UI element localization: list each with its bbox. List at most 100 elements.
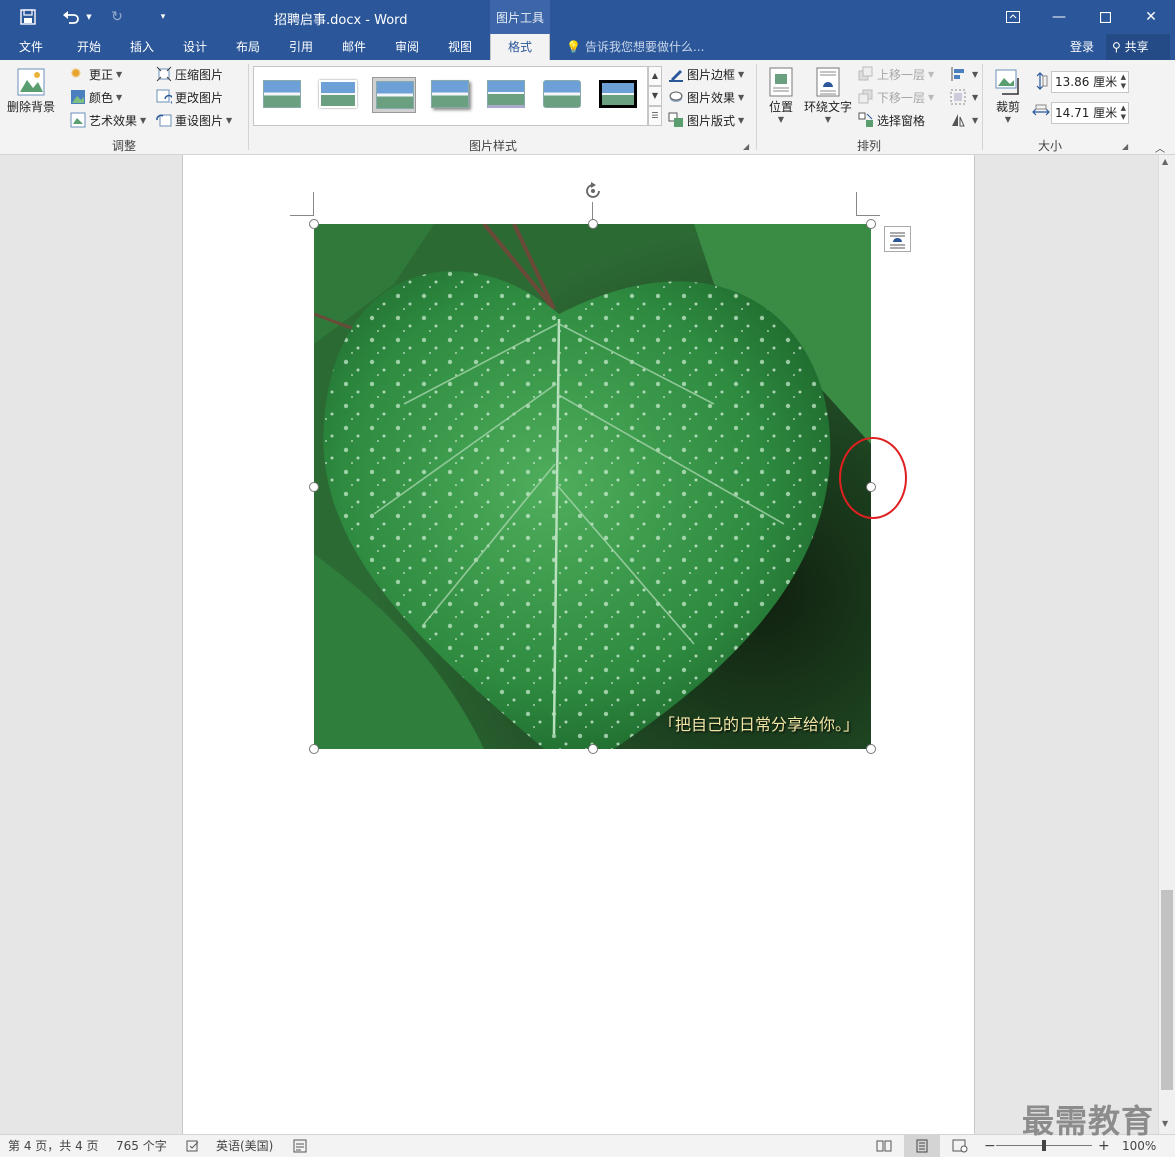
- minimize-icon[interactable]: —: [1036, 0, 1082, 34]
- tab-home[interactable]: 开始: [66, 34, 112, 60]
- page-count[interactable]: 第 4 页，共 4 页: [8, 1135, 99, 1157]
- crop-button[interactable]: 裁剪 ▼: [990, 66, 1026, 124]
- print-layout-icon[interactable]: [904, 1135, 940, 1157]
- language-indicator[interactable]: 英语(美国): [216, 1135, 273, 1157]
- picture-style-thumb[interactable]: [260, 77, 304, 113]
- change-picture-label: 更改图片: [175, 90, 224, 105]
- reset-picture-label: 重设图片: [175, 113, 224, 128]
- tab-layout[interactable]: 布局: [225, 34, 271, 60]
- undo-icon[interactable]: [58, 0, 84, 34]
- gallery-more-icon[interactable]: ☰: [648, 106, 662, 126]
- share-button[interactable]: ⚲ 共享: [1106, 34, 1170, 60]
- picture-layout-button[interactable]: 图片版式 ▼: [668, 110, 744, 130]
- proofing-icon[interactable]: [186, 1135, 200, 1157]
- picture-effects-button[interactable]: 图片效果 ▼: [668, 87, 744, 107]
- chevron-down-icon: ▼: [116, 69, 123, 79]
- macro-icon[interactable]: [293, 1135, 307, 1157]
- resize-handle-top-left[interactable]: [309, 219, 319, 229]
- group-divider: [248, 64, 249, 150]
- send-backward-button[interactable]: 下移一层 ▼: [858, 87, 934, 107]
- remove-background-button[interactable]: 删除背景: [6, 66, 56, 115]
- scrollbar-thumb[interactable]: [1161, 890, 1173, 1090]
- height-spinner-icon[interactable]: ▲ ▼: [1121, 73, 1126, 91]
- selection-pane-label: 选择窗格: [877, 113, 926, 128]
- scroll-down-icon[interactable]: ▼: [1162, 1119, 1168, 1128]
- rotate-handle-icon[interactable]: [582, 180, 604, 205]
- position-button[interactable]: 位置 ▼: [764, 66, 798, 124]
- resize-handle-bottom-left[interactable]: [309, 744, 319, 754]
- width-spinner-icon[interactable]: ▲ ▼: [1121, 104, 1126, 122]
- read-mode-icon[interactable]: [876, 1135, 892, 1157]
- gallery-down-icon[interactable]: ▼: [648, 86, 662, 106]
- picture-styles-gallery[interactable]: [253, 66, 648, 126]
- save-icon[interactable]: [14, 0, 42, 34]
- chevron-down-icon: ▼: [972, 115, 979, 125]
- picture-layout-icon: [668, 112, 684, 128]
- tab-insert[interactable]: 插入: [119, 34, 165, 60]
- style-preview: [319, 80, 357, 108]
- tab-file[interactable]: 文件: [8, 34, 54, 60]
- layout-options-icon: [890, 232, 905, 249]
- zoom-out-icon[interactable]: −: [984, 1135, 996, 1157]
- shape-width-input[interactable]: 14.71 厘米 ▲ ▼: [1051, 102, 1129, 124]
- undo-dropdown-icon[interactable]: ▼: [84, 0, 94, 34]
- dialog-launcher-icon[interactable]: ◢: [743, 142, 749, 151]
- selection-pane-button[interactable]: 选择窗格: [858, 110, 925, 130]
- bring-forward-button[interactable]: 上移一层 ▼: [858, 64, 934, 84]
- corrections-button[interactable]: ✹ 更正 ▼: [70, 64, 122, 84]
- rotate-button[interactable]: ▼: [950, 110, 978, 130]
- redo-icon[interactable]: ↻: [106, 0, 128, 34]
- scroll-up-icon[interactable]: ▲: [1162, 157, 1168, 166]
- resize-handle-bottom-right[interactable]: [866, 744, 876, 754]
- picture-style-thumb[interactable]: [596, 77, 640, 113]
- gallery-up-icon[interactable]: ▲: [648, 66, 662, 86]
- picture-style-thumb[interactable]: [316, 77, 360, 113]
- vertical-scrollbar[interactable]: ▲ ▼: [1158, 155, 1175, 1134]
- width-icon: [1032, 104, 1050, 123]
- resize-handle-top-right[interactable]: [866, 219, 876, 229]
- tab-view[interactable]: 视图: [437, 34, 483, 60]
- tab-design[interactable]: 设计: [172, 34, 218, 60]
- picture-style-thumb[interactable]: [484, 77, 528, 113]
- chevron-down-icon: ▼: [738, 69, 745, 79]
- layout-options-button[interactable]: [884, 226, 911, 252]
- picture-border-button[interactable]: 图片边框 ▼: [668, 64, 744, 84]
- resize-handle-left[interactable]: [309, 482, 319, 492]
- customize-qat-icon[interactable]: ▾: [154, 0, 172, 34]
- tab-mailings[interactable]: 邮件: [331, 34, 377, 60]
- close-icon[interactable]: ✕: [1128, 0, 1174, 34]
- wrap-text-button[interactable]: 环绕文字 ▼: [802, 66, 854, 124]
- remove-background-label: 删除背景: [6, 100, 55, 114]
- word-count[interactable]: 765 个字: [116, 1135, 167, 1157]
- leaf-photo[interactable]: 「把自己的日常分享给你。」: [314, 224, 871, 749]
- tab-review[interactable]: 审阅: [384, 34, 430, 60]
- picture-style-thumb[interactable]: [428, 77, 472, 113]
- login-button[interactable]: 登录: [1070, 34, 1094, 60]
- color-icon: [70, 89, 86, 105]
- picture-effects-label: 图片效果: [687, 90, 736, 105]
- align-button[interactable]: ▼: [950, 64, 978, 84]
- web-layout-icon[interactable]: [952, 1135, 968, 1157]
- ribbon-display-options-icon[interactable]: [990, 0, 1036, 34]
- resize-handle-bottom[interactable]: [588, 744, 598, 754]
- picture-style-thumb[interactable]: [372, 77, 416, 113]
- reset-picture-button[interactable]: 重设图片 ▼: [156, 110, 232, 130]
- group-objects-button[interactable]: ▼: [950, 87, 978, 107]
- color-button[interactable]: 颜色 ▼: [70, 87, 122, 107]
- shape-height-input[interactable]: 13.86 厘米 ▲ ▼: [1051, 71, 1129, 93]
- change-picture-button[interactable]: 更改图片: [156, 87, 223, 107]
- ribbon: 删除背景 ✹ 更正 ▼ 颜色 ▼ 艺术效果 ▼ 压缩图片 更改图片 重设图片 ▼ 调整 …: [0, 60, 1175, 155]
- tab-format[interactable]: 格式: [490, 34, 550, 60]
- artistic-effects-button[interactable]: 艺术效果 ▼: [70, 110, 146, 130]
- arrange-group-label: 排列: [857, 139, 882, 153]
- tell-me-search[interactable]: 💡 告诉我您想要做什么...: [566, 34, 704, 60]
- ribbon-tab-row: 文件 开始 插入 设计 布局 引用 邮件 审阅 视图 格式 💡 告诉我您想要做什么…: [0, 34, 1175, 60]
- compress-pictures-button[interactable]: 压缩图片: [156, 64, 223, 84]
- maximize-icon[interactable]: [1082, 0, 1128, 34]
- dialog-launcher-icon[interactable]: ◢: [1122, 142, 1128, 151]
- collapse-ribbon-icon[interactable]: ︿: [1155, 140, 1165, 155]
- picture-style-thumb[interactable]: [540, 77, 584, 113]
- align-icon: [950, 66, 966, 82]
- resize-handle-top[interactable]: [588, 219, 598, 229]
- tab-references[interactable]: 引用: [278, 34, 324, 60]
